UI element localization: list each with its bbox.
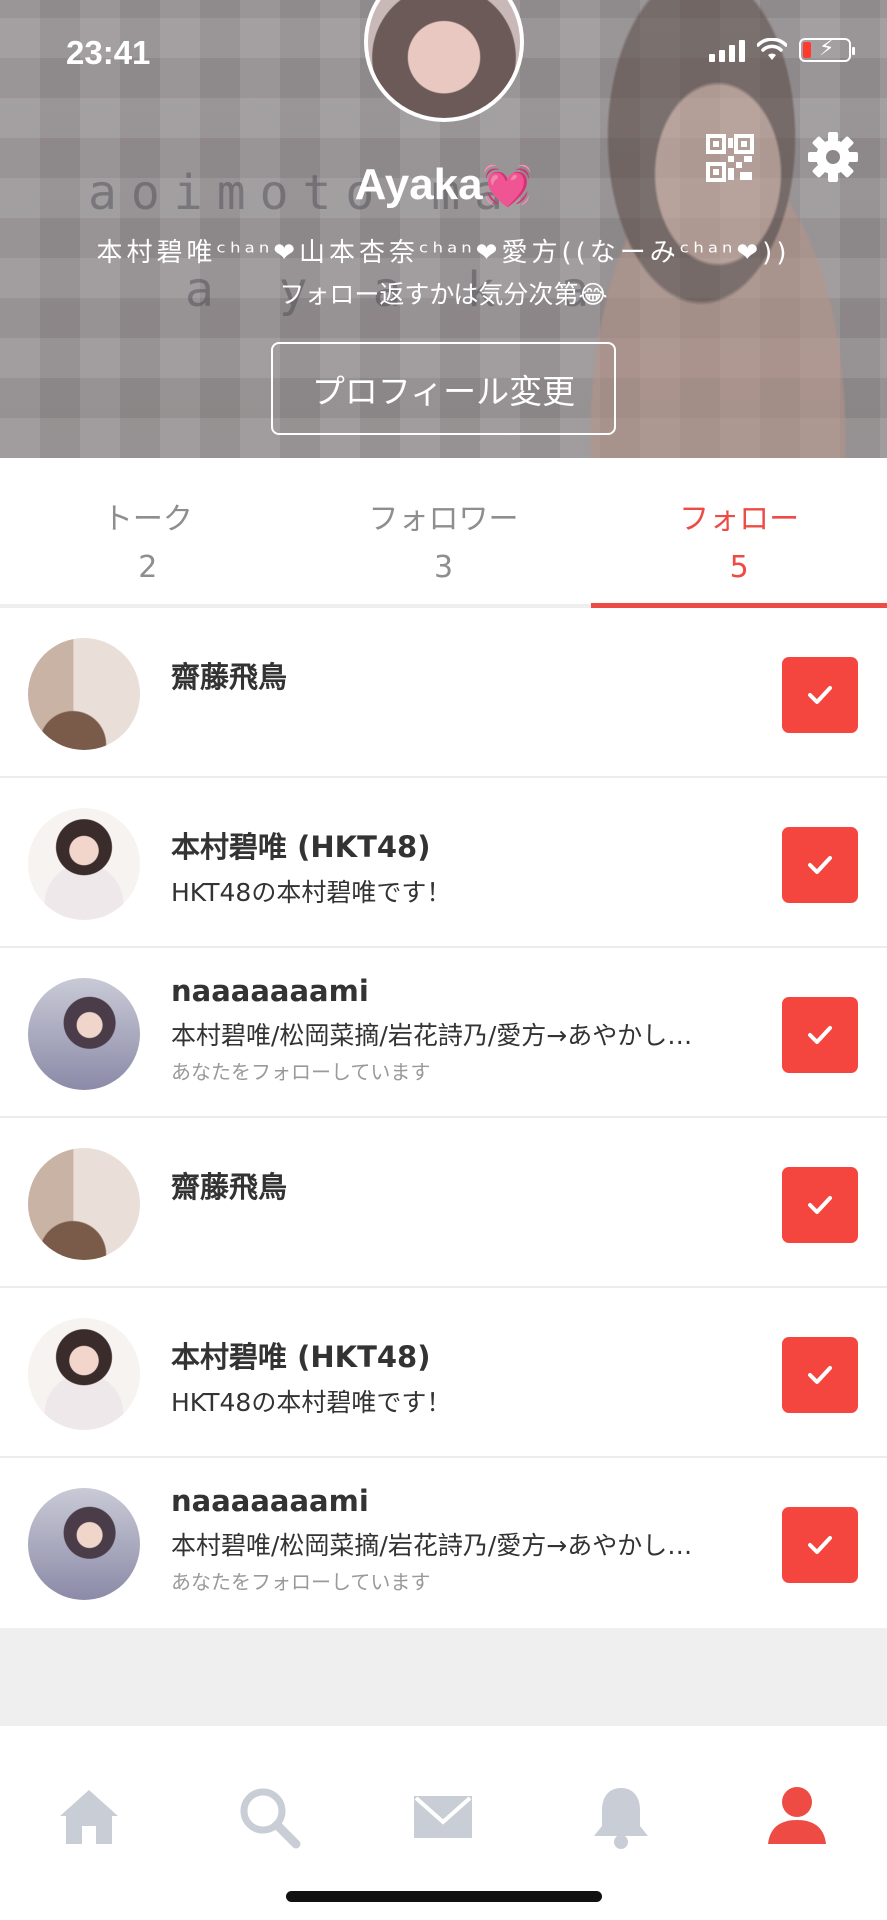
follows-you-label: あなたをフォローしています	[171, 1570, 431, 1594]
user-name: 本村碧唯 (HKT48)	[171, 1340, 431, 1374]
cellular-signal-icon	[709, 38, 745, 62]
avatar[interactable]	[28, 1488, 140, 1600]
check-icon	[808, 1026, 832, 1044]
list-item[interactable]: 本村碧唯 (HKT48) HKT48の本村碧唯です！	[0, 778, 887, 948]
following-toggle-button[interactable]	[782, 1167, 858, 1243]
list-item[interactable]: 齋藤飛鳥	[0, 1118, 887, 1288]
battery-icon: ⚡	[799, 36, 855, 62]
bell-icon[interactable]	[586, 1782, 656, 1852]
avatar[interactable]	[28, 1318, 140, 1430]
check-icon	[808, 1366, 832, 1384]
tab-followers[interactable]: フォロワー 3	[296, 458, 592, 604]
list-item[interactable]: 本村碧唯 (HKT48) HKT48の本村碧唯です！	[0, 1288, 887, 1458]
list-item[interactable]: 齋藤飛鳥	[0, 608, 887, 778]
check-icon	[808, 686, 832, 704]
avatar[interactable]	[28, 638, 140, 750]
check-icon	[808, 1536, 832, 1554]
tab-followers-label: フォロワー	[368, 502, 519, 537]
user-name: naaaaaaami	[171, 1484, 369, 1518]
user-description: HKT48の本村碧唯です！	[171, 878, 452, 907]
gear-icon[interactable]	[806, 130, 860, 184]
tab-talk-count: 2	[138, 550, 158, 585]
profile-name-text: Ayaka	[354, 160, 483, 209]
profile-header: aoimoto ma a y a k a 23:41 ⚡ Ayaka💓 本村碧唯…	[0, 0, 887, 458]
avatar[interactable]	[28, 808, 140, 920]
avatar[interactable]	[28, 978, 140, 1090]
avatar[interactable]	[28, 1148, 140, 1260]
profile-icon[interactable]	[762, 1782, 832, 1852]
following-toggle-button[interactable]	[782, 1337, 858, 1413]
heart-emoji: 💓	[482, 164, 533, 208]
tab-following-label: フォロー	[679, 502, 800, 537]
profile-bio-line-2: フォロー返すかは気分次第😂	[279, 280, 608, 309]
following-list: 齋藤飛鳥 本村碧唯 (HKT48) HKT48の本村碧唯です！ naaaaaaa…	[0, 608, 887, 1628]
following-toggle-button[interactable]	[782, 1507, 858, 1583]
follows-you-label: あなたをフォローしています	[171, 1060, 431, 1084]
list-item[interactable]: naaaaaaami 本村碧唯/松岡菜摘/岩花詩乃/愛方→あやかし… あなたをフ…	[0, 1458, 887, 1628]
user-description: 本村碧唯/松岡菜摘/岩花詩乃/愛方→あやかし…	[171, 1531, 693, 1560]
following-toggle-button[interactable]	[782, 997, 858, 1073]
user-description: HKT48の本村碧唯です！	[171, 1388, 452, 1417]
profile-tabs: トーク 2 フォロワー 3 フォロー 5	[0, 458, 887, 608]
status-icons: ⚡	[709, 36, 855, 62]
tab-talk-label: トーク	[102, 502, 193, 537]
search-icon[interactable]	[234, 1782, 304, 1852]
user-name: naaaaaaami	[171, 974, 369, 1008]
user-name: 齋藤飛鳥	[171, 660, 288, 694]
user-description: 本村碧唯/松岡菜摘/岩花詩乃/愛方→あやかし…	[171, 1021, 693, 1050]
mail-icon[interactable]	[408, 1782, 478, 1852]
status-time: 23:41	[66, 34, 151, 71]
tab-talk[interactable]: トーク 2	[0, 458, 296, 604]
following-toggle-button[interactable]	[782, 827, 858, 903]
following-toggle-button[interactable]	[782, 657, 858, 733]
wifi-icon	[757, 38, 787, 60]
profile-avatar[interactable]	[364, 0, 524, 122]
profile-bio-line-1: 本村碧唯ᶜʰᵃⁿ❤山本杏奈ᶜʰᵃⁿ❤愛方((なーみᶜʰᵃⁿ❤))	[96, 238, 791, 268]
home-icon[interactable]	[54, 1782, 124, 1852]
qr-code-icon[interactable]	[706, 134, 754, 182]
list-item[interactable]: naaaaaaami 本村碧唯/松岡菜摘/岩花詩乃/愛方→あやかし… あなたをフ…	[0, 948, 887, 1118]
tab-followers-count: 3	[433, 550, 454, 585]
user-name: 齋藤飛鳥	[171, 1170, 288, 1204]
tab-following-count: 5	[729, 550, 749, 585]
edit-profile-button[interactable]: プロフィール変更	[271, 342, 616, 435]
check-icon	[808, 856, 832, 874]
home-indicator[interactable]	[286, 1891, 602, 1902]
tab-following[interactable]: フォロー 5	[591, 458, 887, 608]
check-icon	[808, 1196, 832, 1214]
user-name: 本村碧唯 (HKT48)	[171, 830, 431, 864]
